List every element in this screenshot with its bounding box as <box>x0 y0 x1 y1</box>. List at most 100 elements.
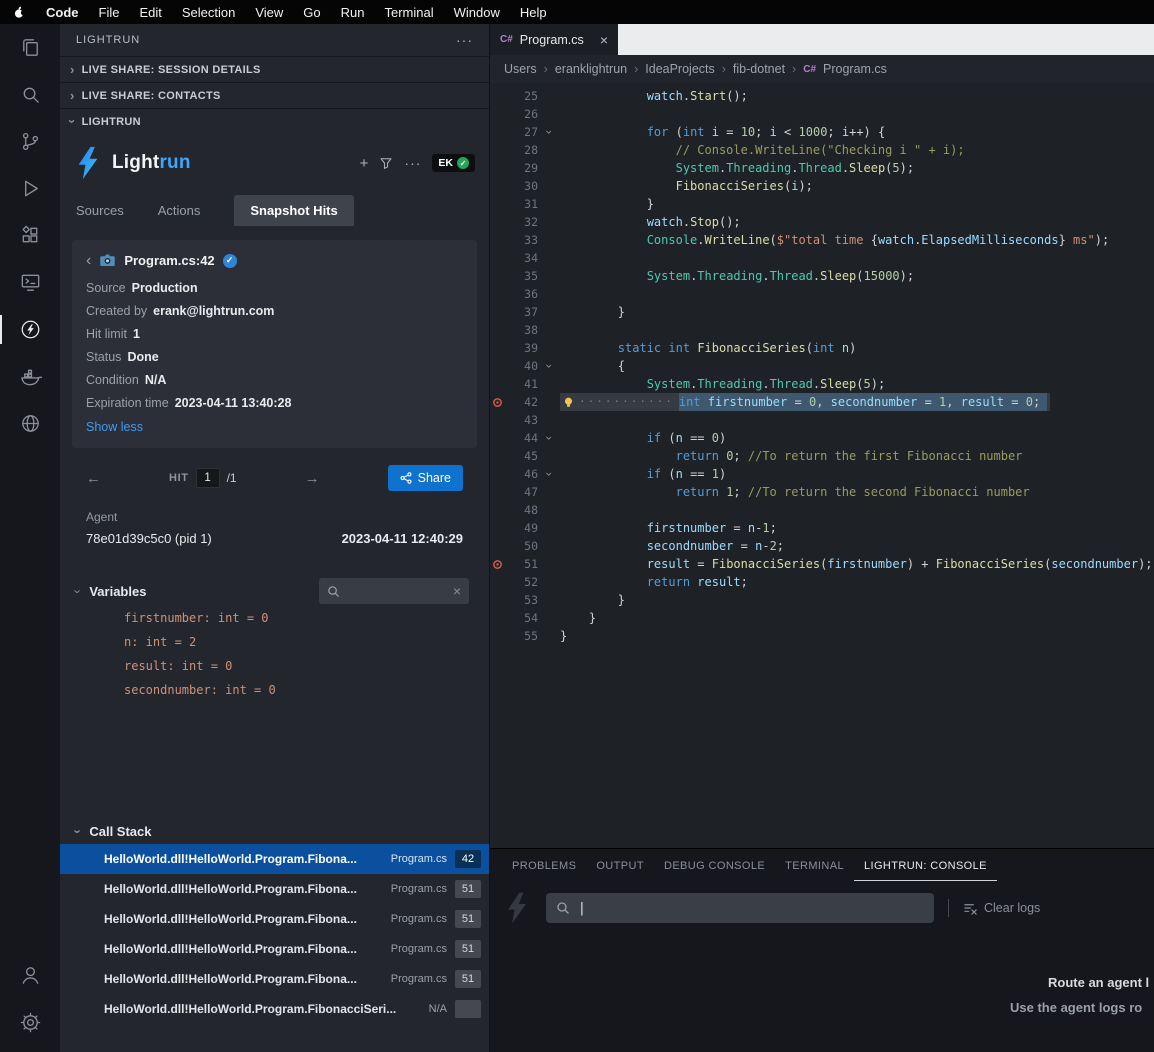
overflow-menu-icon[interactable]: ··· <box>404 155 421 171</box>
menu-item-run[interactable]: Run <box>331 5 375 20</box>
code-line-26[interactable]: 26 <box>490 105 1154 123</box>
code-line-52[interactable]: 52 return result; <box>490 573 1154 591</box>
panel-tab-output[interactable]: OUTPUT <box>586 851 654 881</box>
settings-icon[interactable] <box>0 999 60 1046</box>
code-line-48[interactable]: 48 <box>490 501 1154 519</box>
lightbulb-icon[interactable] <box>560 396 577 409</box>
menu-item-help[interactable]: Help <box>510 5 557 20</box>
code-line-54[interactable]: 54 } <box>490 609 1154 627</box>
call-stack-frame[interactable]: HelloWorld.dll!HelloWorld.Program.Fibona… <box>60 904 489 934</box>
code-line-47[interactable]: 47 return 1; //To return the second Fibo… <box>490 483 1154 501</box>
code-line-53[interactable]: 53 } <box>490 591 1154 609</box>
clear-search-icon[interactable]: × <box>453 583 461 599</box>
remote-explorer-icon[interactable] <box>0 259 60 306</box>
tab-snapshot-hits[interactable]: Snapshot Hits <box>234 195 353 226</box>
add-action-button[interactable]: + <box>360 155 369 172</box>
panel-tab-debug-console[interactable]: DEBUG CONSOLE <box>654 851 775 881</box>
clear-logs-button[interactable]: Clear logs <box>963 901 1040 916</box>
run-debug-icon[interactable] <box>0 165 60 212</box>
code-line-34[interactable]: 34 <box>490 249 1154 267</box>
code-line-25[interactable]: 25 watch.Start(); <box>490 87 1154 105</box>
code-line-31[interactable]: 31 } <box>490 195 1154 213</box>
breadcrumb-item[interactable]: Users <box>504 62 537 76</box>
code-line-45[interactable]: 45 return 0; //To return the first Fibon… <box>490 447 1154 465</box>
more-actions-icon[interactable]: ··· <box>456 32 473 48</box>
code-line-32[interactable]: 32 watch.Stop(); <box>490 213 1154 231</box>
menu-item-file[interactable]: File <box>89 5 130 20</box>
code-line-41[interactable]: 41 System.Threading.Thread.Sleep(5); <box>490 375 1154 393</box>
variable-item[interactable]: secondnumber: int = 0 <box>60 678 489 702</box>
close-tab-icon[interactable]: × <box>600 32 608 48</box>
chevron-down-icon[interactable]: › <box>72 589 85 593</box>
code-line-27[interactable]: 27› for (int i = 10; i < 1000; i++) { <box>490 123 1154 141</box>
call-stack-frame[interactable]: HelloWorld.dll!HelloWorld.Program.Fibona… <box>60 934 489 964</box>
tab-actions[interactable]: Actions <box>158 195 201 226</box>
panel-tab-terminal[interactable]: TERMINAL <box>775 851 854 881</box>
code-line-43[interactable]: 43 <box>490 411 1154 429</box>
snapshot-marker-icon[interactable] <box>490 555 504 573</box>
call-stack-frame[interactable]: HelloWorld.dll!HelloWorld.Program.Fibona… <box>60 844 489 874</box>
code-line-38[interactable]: 38 <box>490 321 1154 339</box>
fold-chevron-icon[interactable]: › <box>540 355 558 377</box>
call-stack-frame[interactable]: HelloWorld.dll!HelloWorld.Program.Fibona… <box>60 994 489 1024</box>
section-live-share-session-details[interactable]: › LIVE SHARE: SESSION DETAILS <box>60 56 489 82</box>
breadcrumb-item[interactable]: eranklightrun <box>555 62 627 76</box>
code-line-55[interactable]: 55} <box>490 627 1154 645</box>
section-lightrun[interactable]: › LIGHTRUN <box>60 108 489 134</box>
panel-tab-problems[interactable]: PROBLEMS <box>502 851 586 881</box>
tab-program-cs[interactable]: C# Program.cs × <box>490 24 618 55</box>
variables-search-input[interactable]: × <box>319 578 469 604</box>
fold-chevron-icon[interactable]: › <box>540 427 558 449</box>
code-line-35[interactable]: 35 System.Threading.Thread.Sleep(15000); <box>490 267 1154 285</box>
lightrun-icon[interactable] <box>0 306 60 353</box>
user-avatar[interactable]: EK ✓ <box>432 154 475 172</box>
code-line-49[interactable]: 49 firstnumber = n-1; <box>490 519 1154 537</box>
next-hit-arrow-icon[interactable]: → <box>305 470 320 487</box>
hit-index-input[interactable]: 1 <box>196 468 220 488</box>
files-icon[interactable] <box>0 24 60 71</box>
code-line-30[interactable]: 30 FibonacciSeries(i); <box>490 177 1154 195</box>
call-stack-frame[interactable]: HelloWorld.dll!HelloWorld.Program.Fibona… <box>60 874 489 904</box>
share-button[interactable]: Share <box>388 465 463 491</box>
panel-tab-lightrun-console[interactable]: LIGHTRUN: CONSOLE <box>854 851 997 881</box>
variable-item[interactable]: n: int = 2 <box>60 630 489 654</box>
call-stack-frame[interactable]: HelloWorld.dll!HelloWorld.Program.Fibona… <box>60 964 489 994</box>
show-less-link[interactable]: Show less <box>86 420 463 434</box>
menu-item-go[interactable]: Go <box>293 5 330 20</box>
search-icon[interactable] <box>0 71 60 118</box>
code-line-33[interactable]: 33 Console.WriteLine($"total time {watch… <box>490 231 1154 249</box>
code-line-29[interactable]: 29 System.Threading.Thread.Sleep(5); <box>490 159 1154 177</box>
menu-item-view[interactable]: View <box>245 5 293 20</box>
code-line-51[interactable]: 51 result = FibonacciSeries(firstnumber)… <box>490 555 1154 573</box>
variable-item[interactable]: result: int = 0 <box>60 654 489 678</box>
prev-hit-arrow-icon[interactable]: ← <box>86 470 101 487</box>
menu-item-selection[interactable]: Selection <box>172 5 245 20</box>
globe-icon[interactable] <box>0 400 60 447</box>
code-line-42[interactable]: 42···········int firstnumber = 0, second… <box>490 393 1154 411</box>
breadcrumb-item[interactable]: Program.cs <box>823 62 887 76</box>
menu-item-terminal[interactable]: Terminal <box>375 5 444 20</box>
section-live-share-contacts[interactable]: › LIVE SHARE: CONTACTS <box>60 82 489 108</box>
code-line-44[interactable]: 44› if (n == 0) <box>490 429 1154 447</box>
account-icon[interactable] <box>0 952 60 999</box>
code-line-50[interactable]: 50 secondnumber = n-2; <box>490 537 1154 555</box>
tab-sources[interactable]: Sources <box>76 195 124 226</box>
menu-item-edit[interactable]: Edit <box>129 5 171 20</box>
console-search-input[interactable]: | <box>546 893 934 923</box>
apple-icon[interactable] <box>12 5 30 20</box>
code-line-46[interactable]: 46› if (n == 1) <box>490 465 1154 483</box>
chevron-down-icon[interactable]: › <box>72 829 85 833</box>
docker-icon[interactable] <box>0 353 60 400</box>
snapshot-marker-icon[interactable] <box>490 393 504 411</box>
variable-item[interactable]: firstnumber: int = 0 <box>60 606 489 630</box>
code-line-37[interactable]: 37 } <box>490 303 1154 321</box>
code-line-28[interactable]: 28 // Console.WriteLine("Checking i " + … <box>490 141 1154 159</box>
back-chevron-icon[interactable]: ‹ <box>86 253 91 269</box>
breadcrumb-item[interactable]: IdeaProjects <box>645 62 714 76</box>
extensions-icon[interactable] <box>0 212 60 259</box>
fold-chevron-icon[interactable]: › <box>540 121 558 143</box>
source-control-icon[interactable] <box>0 118 60 165</box>
code-line-36[interactable]: 36 <box>490 285 1154 303</box>
filter-icon[interactable] <box>379 156 393 170</box>
menu-item-window[interactable]: Window <box>444 5 510 20</box>
